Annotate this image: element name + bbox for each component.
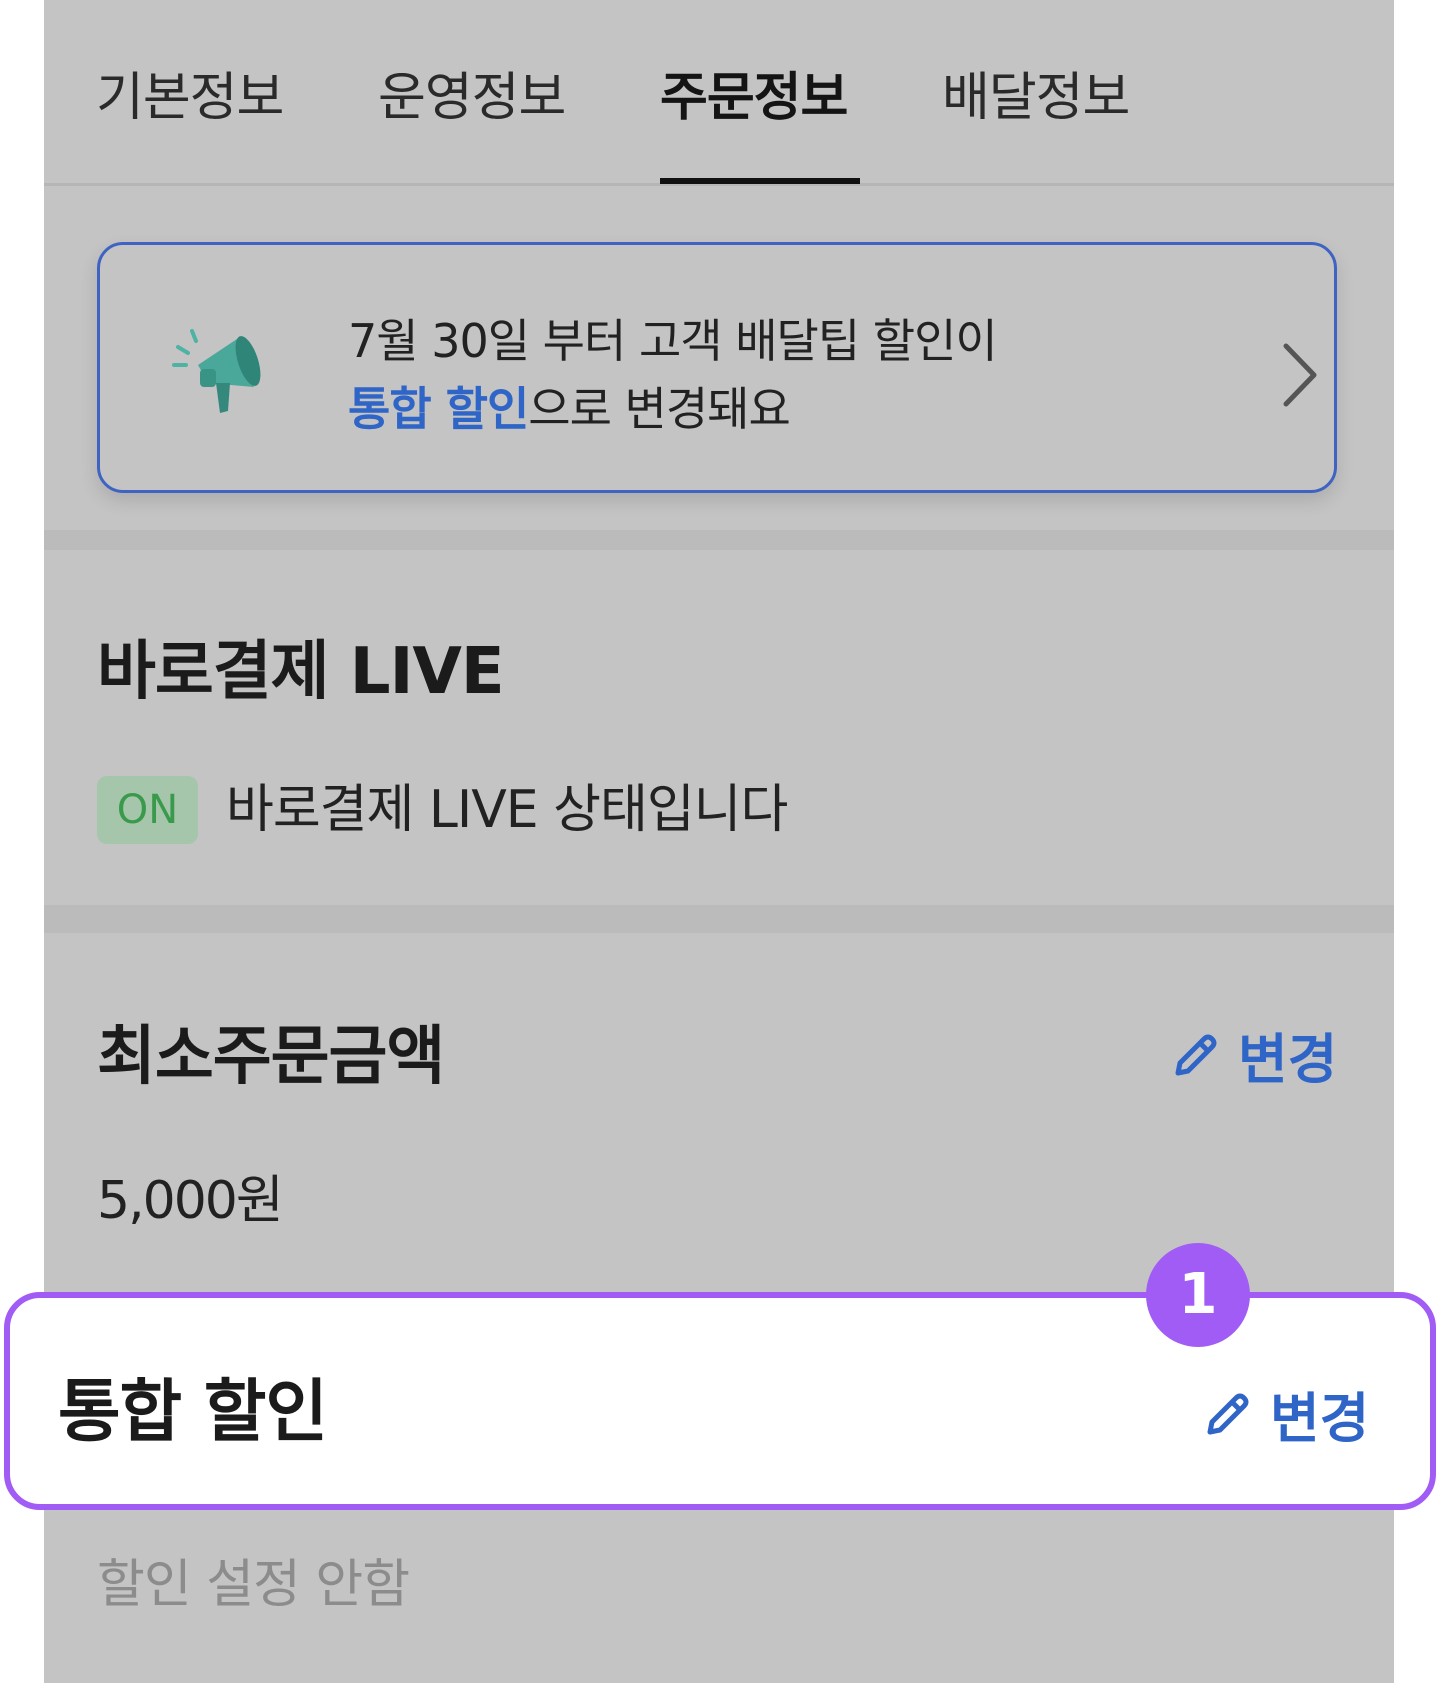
notice-highlight: 통합 할인	[348, 382, 529, 436]
discount-change-label: 변경	[1270, 1387, 1370, 1450]
discount-value: 할인 설정 안함	[97, 1555, 410, 1615]
active-tab-indicator	[660, 178, 860, 184]
step-number-badge: 1	[1146, 1243, 1250, 1347]
tab-operation-info[interactable]: 운영정보	[378, 55, 566, 130]
live-status-text: 바로결제 LIVE 상태입니다	[226, 780, 788, 840]
notice-line-2-rest: 으로 변경돼요	[528, 382, 791, 436]
section-divider	[44, 530, 1394, 550]
status-badge: ON	[97, 776, 198, 844]
min-order-amount: 5,000원	[97, 1171, 284, 1231]
notice-line-2: 통합 할인으로 변경돼요	[348, 373, 791, 439]
tab-bar: 기본정보 운영정보 주문정보 배달정보	[44, 0, 1394, 186]
notice-line-1: 7월 30일 부터 고객 배달팁 할인이	[348, 314, 998, 368]
discount-change-button[interactable]: 변경	[1202, 1374, 1369, 1453]
chevron-right-icon	[1283, 343, 1317, 407]
min-order-change-label: 변경	[1238, 1028, 1338, 1091]
tab-delivery-info[interactable]: 배달정보	[942, 55, 1130, 130]
min-order-title: 최소주문금액	[97, 1020, 445, 1094]
tab-basic-info[interactable]: 기본정보	[96, 55, 284, 130]
pencil-icon	[1175, 1034, 1217, 1075]
live-section-title: 바로결제 LIVE	[97, 635, 505, 709]
tab-order-info[interactable]: 주문정보	[660, 55, 848, 130]
min-order-change-button[interactable]: 변경	[1170, 1015, 1337, 1094]
section-divider	[44, 905, 1394, 933]
pencil-icon	[1207, 1393, 1249, 1434]
discount-title: 통합 할인	[58, 1373, 328, 1452]
notice-banner[interactable]: 7월 30일 부터 고객 배달팁 할인이 통합 할인으로 변경돼요	[97, 242, 1337, 493]
megaphone-icon	[172, 329, 261, 413]
